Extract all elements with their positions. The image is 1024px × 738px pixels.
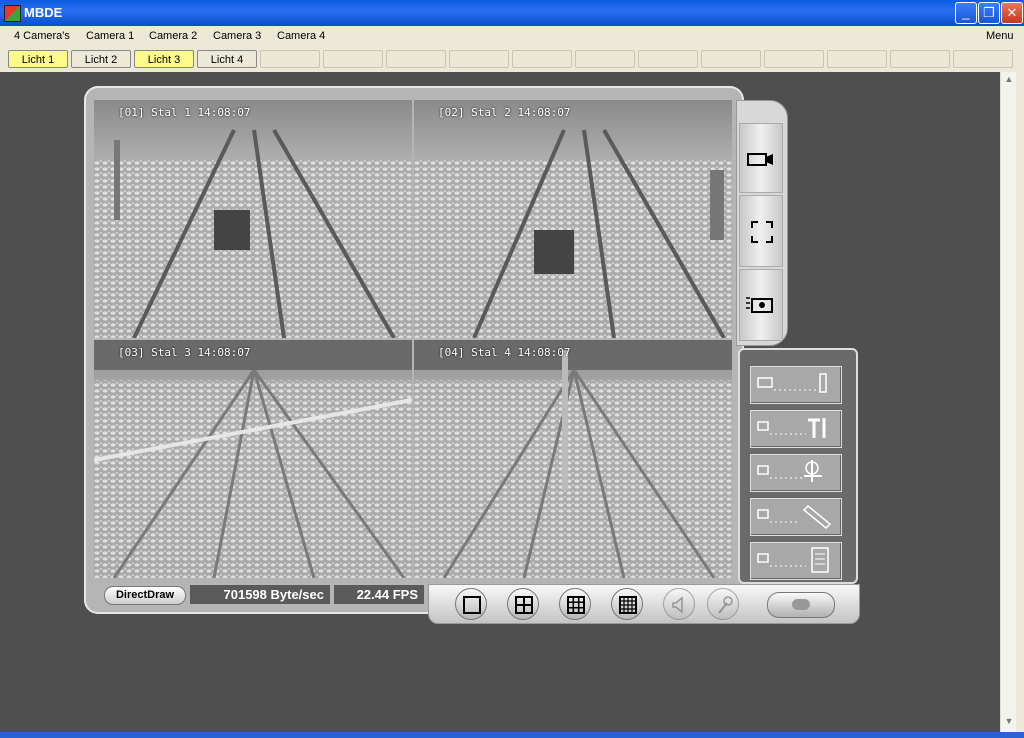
side-button-panel [736, 100, 788, 346]
camera-4-label: [04] Stal 4 14:08:07 [438, 346, 571, 359]
quad-view-icon [515, 596, 533, 614]
light-3-button[interactable]: Licht 3 [134, 50, 194, 68]
speaker-icon [672, 596, 683, 614]
camera-view-2[interactable]: [02] Stal 2 14:08:07 [414, 100, 732, 338]
sixteen-view-button[interactable] [611, 588, 643, 620]
window-bottom-border [0, 732, 1024, 738]
camera-view-3[interactable]: [03] Stal 3 14:08:07 [94, 340, 412, 578]
window-edge [1016, 72, 1024, 732]
window-title: MBDE [24, 5, 63, 20]
camera-2-label: [02] Stal 2 14:08:07 [438, 106, 571, 119]
camera-3-label: [03] Stal 3 14:08:07 [118, 346, 251, 359]
menu-main[interactable]: Menu [986, 30, 1014, 42]
fullscreen-button[interactable] [739, 195, 783, 267]
settings-tools-icon [757, 418, 826, 438]
ptz-control-button[interactable] [750, 366, 842, 404]
microphone-icon [718, 596, 733, 614]
vertical-scrollbar[interactable]: ▲ ▼ [1000, 72, 1017, 732]
close-button[interactable]: ✕ [1001, 2, 1023, 24]
menu-camera-2[interactable]: Camera 2 [149, 30, 197, 42]
camera-1-label: [01] Stal 1 14:08:07 [118, 106, 251, 119]
microphone-button[interactable] [707, 588, 739, 620]
viewer-frame: [01] Stal 1 14:08:07 [02] Stal 2 14:08:0… [84, 86, 744, 614]
sixteen-view-icon [619, 596, 637, 614]
menu-4-cameras[interactable]: 4 Camera's [14, 30, 70, 42]
empty-slot [827, 50, 887, 68]
nine-view-button[interactable] [559, 588, 591, 620]
focus-adjust-icon [757, 460, 822, 482]
barn-video-image [94, 100, 412, 338]
empty-slot [953, 50, 1013, 68]
empty-slot [449, 50, 509, 68]
restore-button[interactable]: ❐ [978, 2, 1000, 24]
menu-camera-4[interactable]: Camera 4 [277, 30, 325, 42]
log-document-button[interactable] [750, 542, 842, 580]
log-document-icon [757, 547, 829, 573]
status-bar: DirectDraw 701598 Byte/sec 22.44 FPS [96, 584, 426, 606]
barn-video-image [414, 100, 732, 338]
single-view-icon [463, 596, 481, 614]
title-bar: MBDE _ ❐ ✕ [0, 0, 1024, 26]
fullscreen-icon [751, 221, 773, 243]
menu-camera-3[interactable]: Camera 3 [213, 30, 261, 42]
camera-button[interactable] [739, 123, 783, 193]
empty-slot [260, 50, 320, 68]
menu-bar: 4 Camera's Camera 1 Camera 2 Camera 3 Ca… [0, 26, 1024, 48]
record-toggle[interactable] [767, 592, 835, 618]
menu-camera-1[interactable]: Camera 1 [86, 30, 134, 42]
record-indicator-icon [792, 599, 810, 610]
empty-slot [575, 50, 635, 68]
light-1-button[interactable]: Licht 1 [8, 50, 68, 68]
fps-display: 22.44 FPS [334, 585, 424, 604]
render-mode-button[interactable]: DirectDraw [104, 586, 186, 605]
speaker-button[interactable] [663, 588, 695, 620]
empty-slot [701, 50, 761, 68]
focus-adjust-button[interactable] [750, 454, 842, 492]
light-toolbar: Licht 1 Licht 2 Licht 3 Licht 4 [0, 48, 1024, 72]
empty-slot [890, 50, 950, 68]
light-2-button[interactable]: Licht 2 [71, 50, 131, 68]
empty-slot [386, 50, 446, 68]
ptz-control-icon [757, 373, 827, 393]
barn-video-image [94, 340, 412, 578]
camera-icon [747, 153, 773, 166]
single-view-button[interactable] [455, 588, 487, 620]
snapshot-button[interactable] [739, 269, 783, 341]
settings-tools-button[interactable] [750, 410, 842, 448]
empty-slot [638, 50, 698, 68]
snapshot-icon [746, 297, 773, 313]
empty-slot [323, 50, 383, 68]
camera-view-4[interactable]: [04] Stal 4 14:08:07 [414, 340, 732, 578]
layout-control-bar [428, 584, 860, 624]
nine-view-icon [567, 596, 585, 614]
empty-slot [764, 50, 824, 68]
bitrate-display: 701598 Byte/sec [190, 585, 330, 604]
pen-edit-icon [757, 504, 832, 530]
app-icon[interactable] [4, 5, 21, 22]
empty-slot [512, 50, 572, 68]
camera-view-1[interactable]: [01] Stal 1 14:08:07 [94, 100, 412, 338]
scroll-up-icon[interactable]: ▲ [1003, 74, 1015, 86]
barn-video-image [414, 340, 732, 578]
scroll-down-icon[interactable]: ▼ [1003, 716, 1015, 728]
pen-edit-button[interactable] [750, 498, 842, 536]
light-4-button[interactable]: Licht 4 [197, 50, 257, 68]
minimize-button[interactable]: _ [955, 2, 977, 24]
tool-panel [738, 348, 858, 584]
quad-view-button[interactable] [507, 588, 539, 620]
